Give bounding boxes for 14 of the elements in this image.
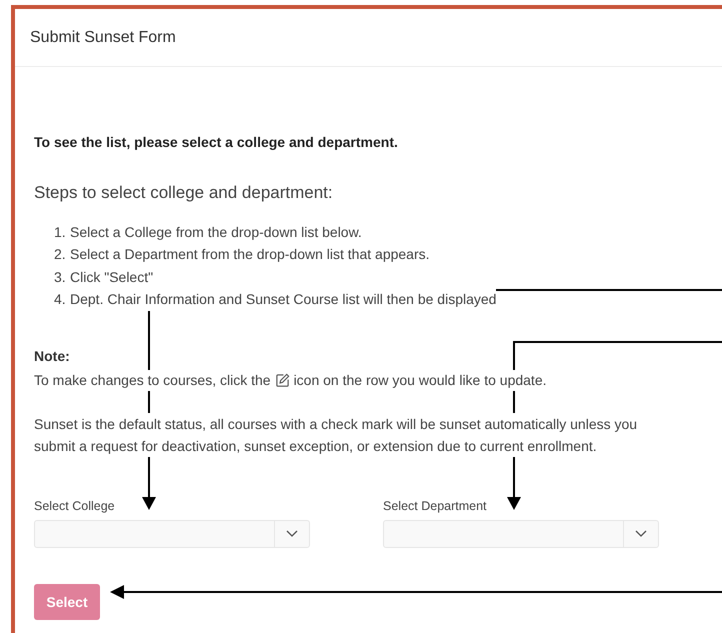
intro-text: To see the list, please select a college and department. <box>34 134 398 150</box>
dropdown-label: Select College <box>34 498 116 515</box>
card-title: Submit Sunset Form <box>30 28 176 48</box>
note-heading: Note: <box>34 348 70 364</box>
steps-heading: Steps to select college and department: <box>34 182 334 204</box>
edit-icon <box>274 372 290 388</box>
dropdown[interactable] <box>34 520 310 548</box>
note-text: icon on the row you would like to update. <box>294 370 546 390</box>
dropdown[interactable] <box>383 520 659 548</box>
chevron-down-icon <box>635 530 647 538</box>
chevron-down-icon <box>286 530 298 538</box>
dropdown-label: Select Department <box>383 498 488 515</box>
note-text: To make changes to courses, click the <box>34 370 271 390</box>
step-text: Dept. Chair Information and Sunset Course list will then be displayed <box>70 288 496 310</box>
